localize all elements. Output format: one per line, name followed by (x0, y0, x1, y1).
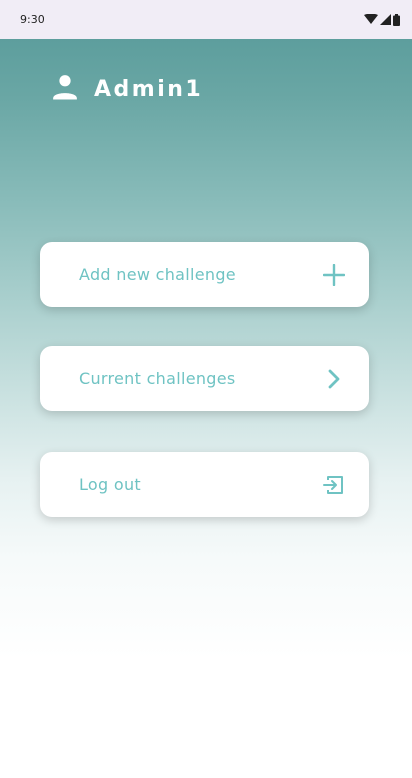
add-new-challenge-label: Add new challenge (79, 265, 236, 284)
person-icon (50, 72, 80, 106)
signal-icon (380, 14, 391, 25)
username: Admin1 (94, 76, 204, 102)
current-challenges-label: Current challenges (79, 369, 236, 388)
add-new-challenge-button[interactable]: Add new challenge (40, 242, 369, 307)
admin-menu-screen: 9:30 Admin1 Add new challenge Current ch… (0, 0, 412, 778)
logout-icon (323, 474, 345, 496)
log-out-label: Log out (79, 475, 141, 494)
user-header: Admin1 (50, 72, 203, 106)
status-bar: 9:30 (0, 0, 412, 39)
wifi-icon (364, 14, 378, 25)
plus-icon (323, 263, 345, 286)
chevron-right-icon (323, 368, 345, 390)
status-time: 9:30 (20, 13, 45, 26)
battery-icon (393, 13, 400, 26)
current-challenges-button[interactable]: Current challenges (40, 346, 369, 411)
log-out-button[interactable]: Log out (40, 452, 369, 517)
status-icons (364, 13, 400, 26)
